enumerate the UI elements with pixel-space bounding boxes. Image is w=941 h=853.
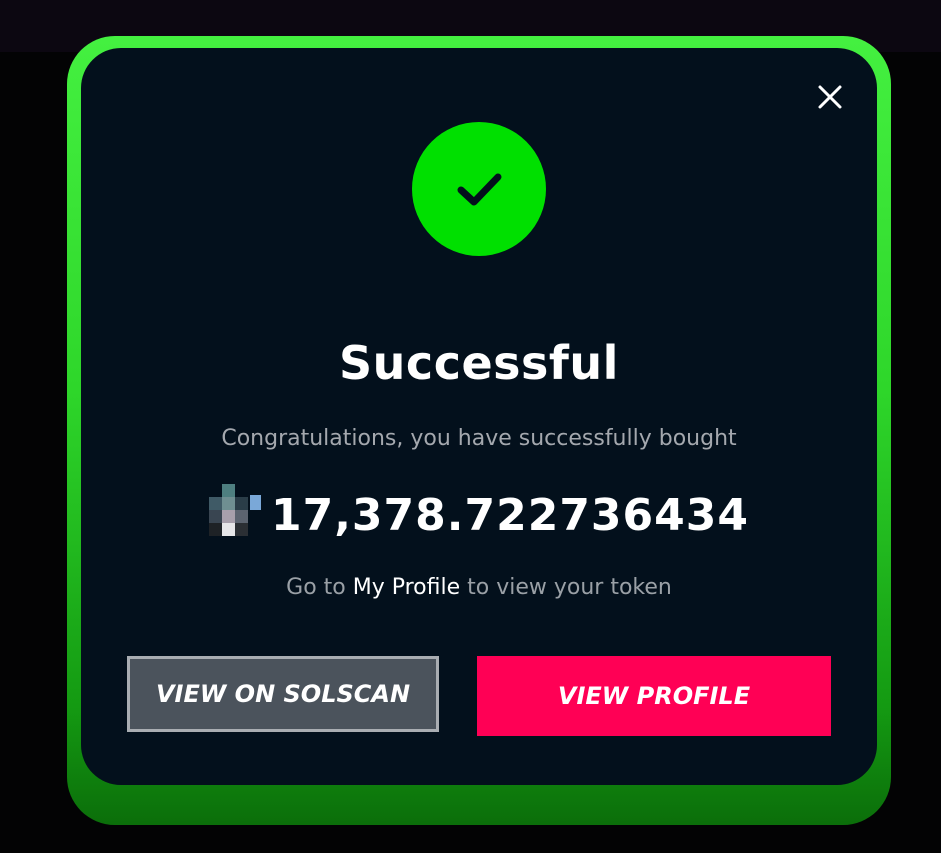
view-on-solscan-button[interactable]: VIEW ON SOLSCAN [127, 656, 439, 732]
checkmark-icon [457, 173, 502, 206]
profile-hint-prefix: Go to [286, 575, 353, 600]
profile-hint-suffix: to view your token [460, 575, 672, 600]
close-icon [818, 85, 842, 109]
profile-hint: Go to My Profile to view your token [81, 575, 877, 600]
modal-title: Successful [339, 336, 619, 390]
token-icon [208, 484, 261, 546]
success-message: Congratulations, you have successfully b… [221, 426, 737, 451]
success-badge [412, 122, 546, 256]
view-profile-button[interactable]: VIEW PROFILE [477, 656, 831, 736]
amount-row: 17,378.722736434 [81, 484, 877, 546]
token-amount: 17,378.722736434 [270, 489, 750, 541]
my-profile-link[interactable]: My Profile [353, 575, 460, 600]
close-button[interactable] [811, 78, 849, 116]
